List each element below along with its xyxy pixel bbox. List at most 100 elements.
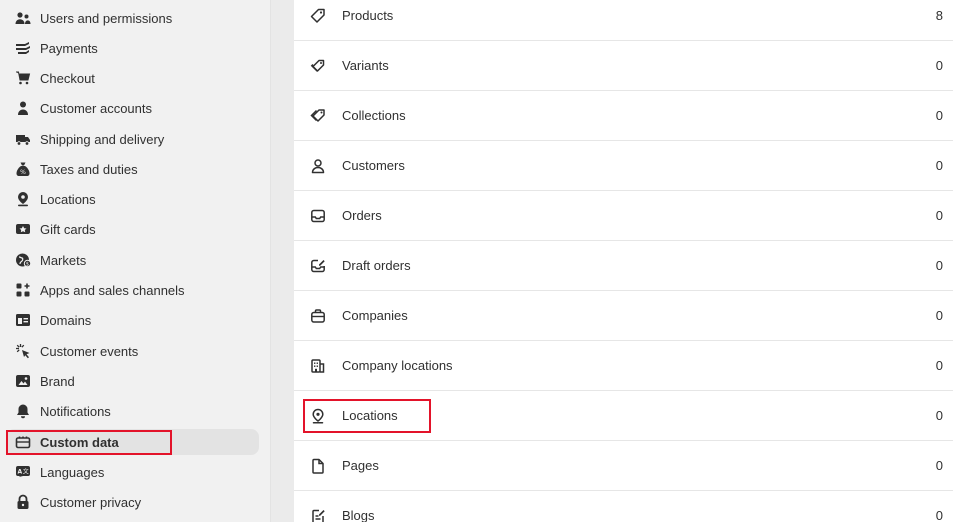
- metafield-row-locations[interactable]: Locations 0: [294, 391, 953, 441]
- sidebar-item-taxes-and-duties[interactable]: % Taxes and duties: [6, 156, 259, 182]
- row-label: Customers: [342, 158, 405, 173]
- row-count: 0: [935, 458, 943, 473]
- metafield-row-pages[interactable]: Pages 0: [294, 441, 953, 491]
- sidebar-item-shipping-and-delivery[interactable]: Shipping and delivery: [6, 126, 259, 152]
- tag-icon: [310, 8, 326, 24]
- sidebar-item-label: Taxes and duties: [40, 161, 138, 177]
- gift-card-icon: [15, 221, 31, 237]
- settings-page: Users and permissions Payments Checkout …: [0, 0, 953, 522]
- globe-icon: $: [15, 252, 31, 268]
- sidebar-item-languages[interactable]: A文 Languages: [6, 459, 259, 485]
- row-count: 0: [935, 358, 943, 373]
- metafield-row-collections[interactable]: Collections 0: [294, 91, 953, 141]
- sidebar-item-label: Customer privacy: [40, 494, 142, 510]
- tax-bag-icon: %: [15, 161, 31, 177]
- sidebar-item-locations[interactable]: Locations: [6, 186, 259, 212]
- row-label: Pages: [342, 458, 379, 473]
- collection-icon: [310, 108, 326, 124]
- sidebar-item-label: Brand: [40, 373, 75, 389]
- sidebar-item-custom-data[interactable]: Custom data: [6, 429, 259, 455]
- lock-icon: [15, 494, 31, 510]
- sidebar-item-label: Locations: [40, 191, 96, 207]
- svg-text:%: %: [20, 169, 26, 176]
- sidebar-item-label: Gift cards: [40, 221, 96, 237]
- row-label: Collections: [342, 108, 406, 123]
- row-count: 8: [935, 8, 943, 23]
- sidebar-item-label: Domains: [40, 312, 92, 328]
- row-label: Products: [342, 8, 394, 23]
- svg-text:$: $: [26, 261, 29, 267]
- row-label: Orders: [342, 208, 382, 223]
- draft-order-icon: [310, 258, 326, 274]
- sidebar-item-label: Checkout: [40, 70, 95, 86]
- metafield-row-orders[interactable]: Orders 0: [294, 191, 953, 241]
- sidebar-item-apps-and-sales-channels[interactable]: Apps and sales channels: [6, 277, 259, 303]
- metafield-row-company-locations[interactable]: Company locations 0: [294, 341, 953, 391]
- row-label: Variants: [342, 58, 389, 73]
- sidebar-item-label: Payments: [40, 40, 98, 56]
- sidebar-item-label: Customer accounts: [40, 100, 152, 116]
- row-label: Locations: [342, 408, 398, 423]
- row-count: 0: [935, 58, 943, 73]
- row-count: 0: [935, 108, 943, 123]
- cursor-click-icon: [15, 343, 31, 359]
- metafield-row-customers[interactable]: Customers 0: [294, 141, 953, 191]
- location-icon: [310, 408, 326, 424]
- sidebar-item-markets[interactable]: $ Markets: [6, 247, 259, 273]
- sidebar-item-users-and-permissions[interactable]: Users and permissions: [6, 5, 259, 31]
- cart-icon: [15, 70, 31, 86]
- sidebar-item-customer-events[interactable]: Customer events: [6, 338, 259, 364]
- sidebar-item-label: Notifications: [40, 403, 111, 419]
- sidebar-item-domains[interactable]: Domains: [6, 307, 259, 333]
- metafields-list: Products 8 Variants 0 Collections 0 Cust…: [294, 0, 953, 522]
- sidebar-item-notifications[interactable]: Notifications: [6, 398, 259, 424]
- sidebar-item-label: Customer events: [40, 343, 139, 359]
- sidebar-item-customer-accounts[interactable]: Customer accounts: [6, 95, 259, 121]
- custom-data-icon: [15, 434, 31, 450]
- row-count: 0: [935, 408, 943, 423]
- row-label: Blogs: [342, 508, 375, 522]
- metafield-row-blogs[interactable]: Blogs 0: [294, 491, 953, 522]
- blog-icon: [310, 508, 326, 522]
- payments-icon: [15, 40, 31, 56]
- sidebar-item-label: Shipping and delivery: [40, 131, 165, 147]
- row-count: 0: [935, 158, 943, 173]
- apps-icon: [15, 282, 31, 298]
- metafield-row-draft-orders[interactable]: Draft orders 0: [294, 241, 953, 291]
- variant-tag-icon: [310, 58, 326, 74]
- sidebar-item-payments[interactable]: Payments: [6, 35, 259, 61]
- row-count: 0: [935, 258, 943, 273]
- sidebar-item-checkout[interactable]: Checkout: [6, 65, 259, 91]
- metafield-row-variants[interactable]: Variants 0: [294, 41, 953, 91]
- sidebar-item-label: Users and permissions: [40, 10, 173, 26]
- row-count: 0: [935, 208, 943, 223]
- briefcase-icon: [310, 308, 326, 324]
- location-pin-icon: [15, 191, 31, 207]
- row-label: Company locations: [342, 358, 453, 373]
- customer-icon: [310, 158, 326, 174]
- truck-icon: [15, 131, 31, 147]
- row-count: 0: [935, 508, 943, 522]
- language-icon: A文: [15, 464, 31, 480]
- sidebar-item-brand[interactable]: Brand: [6, 368, 259, 394]
- sidebar-item-label: Markets: [40, 252, 87, 268]
- domain-icon: [15, 312, 31, 328]
- bell-icon: [15, 403, 31, 419]
- page-icon: [310, 458, 326, 474]
- sidebar-item-customer-privacy[interactable]: Customer privacy: [6, 489, 259, 515]
- inbox-icon: [310, 208, 326, 224]
- users-icon: [15, 10, 31, 26]
- brand-icon: [15, 373, 31, 389]
- settings-sidebar: Users and permissions Payments Checkout …: [0, 0, 271, 522]
- sidebar-item-gift-cards[interactable]: Gift cards: [6, 216, 259, 242]
- sidebar-item-label: Apps and sales channels: [40, 282, 185, 298]
- metafield-row-products[interactable]: Products 8: [294, 0, 953, 41]
- sidebar-item-label: Languages: [40, 464, 105, 480]
- svg-text:文: 文: [23, 468, 29, 476]
- building-icon: [310, 358, 326, 374]
- person-icon: [15, 100, 31, 116]
- svg-text:A: A: [17, 469, 22, 476]
- metafield-row-companies[interactable]: Companies 0: [294, 291, 953, 341]
- sidebar-item-label: Custom data: [40, 434, 119, 450]
- row-count: 0: [935, 308, 943, 323]
